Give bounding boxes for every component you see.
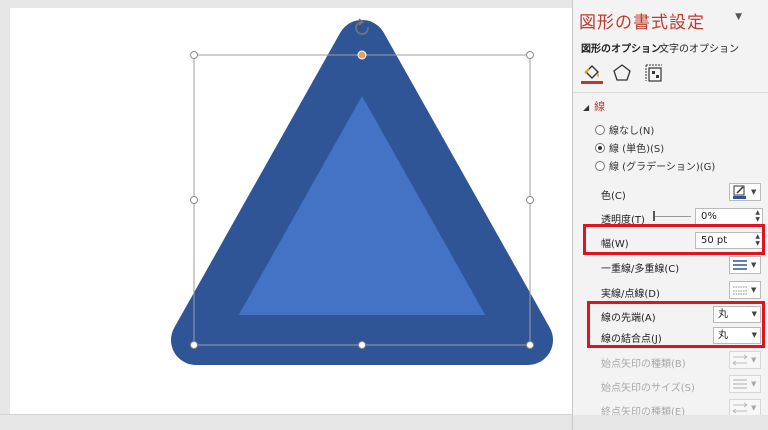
radio-label: 線 (グラデーション)(G) [609, 162, 716, 173]
resize-handle-bottom-right [526, 341, 534, 349]
highlight-box-width [583, 224, 765, 255]
resize-handle-right [526, 196, 534, 204]
resize-handle-left [190, 196, 198, 204]
size-properties-icon[interactable] [643, 62, 665, 84]
dash-type-label: 実線/点線(D) [601, 289, 660, 300]
pane-options-dropdown[interactable]: ▼ [735, 12, 742, 22]
radio-gradient-line[interactable]: 線 (グラデーション)(G) [595, 158, 715, 173]
highlight-box-cap-join [587, 301, 765, 348]
effects-pentagon-icon[interactable] [611, 62, 633, 84]
slide-canvas-area [0, 0, 572, 430]
begin-arrow-size-button: ▼ [729, 375, 761, 393]
compound-type-label: 一重線/多重線(C) [601, 264, 680, 275]
transparency-input[interactable]: 0% ▲ ▼ [695, 208, 763, 225]
arrow-type-icon [730, 400, 750, 416]
radio-label: 線なし(N) [609, 126, 655, 137]
line-section-header[interactable]: ◢ 線 [583, 98, 605, 114]
transparency-slider-knob[interactable] [653, 211, 655, 221]
color-label: 色(C) [601, 191, 626, 202]
format-shape-pane: 図形の書式設定 ▼ 図形のオプション 文字のオプション ◢ 線 線なし(N) 線… [573, 0, 768, 430]
pane-title: 図形の書式設定 [579, 13, 705, 33]
dash-type-button[interactable]: ▼ [729, 281, 761, 299]
compound-type-button[interactable]: ▼ [729, 256, 761, 274]
compound-lines-icon [730, 257, 750, 273]
adjust-handle [357, 50, 367, 60]
begin-arrow-size-label: 始点矢印のサイズ(S) [601, 383, 695, 394]
chevron-down-icon: ▼ [751, 261, 757, 269]
tab-shape-options[interactable]: 図形のオプション [581, 40, 661, 55]
chevron-down-icon: ▼ [751, 188, 757, 196]
arrow-type-icon [730, 352, 750, 368]
resize-handle-bottom-left [190, 341, 198, 349]
line-section-label: 線 [594, 100, 606, 113]
line-color-button[interactable]: ▼ [729, 183, 761, 201]
resize-handle-top-right [526, 51, 534, 59]
section-divider [573, 92, 768, 93]
fill-line-icon[interactable] [581, 62, 603, 84]
tab-text-options[interactable]: 文字のオプション [659, 40, 739, 55]
spinner-arrows-icon[interactable]: ▲ ▼ [755, 209, 760, 223]
triangle-shape[interactable] [0, 0, 572, 430]
pen-color-icon [730, 184, 750, 200]
radio-button[interactable] [595, 124, 605, 135]
resize-handle-bottom [358, 341, 366, 349]
resize-handle-top-left [190, 51, 198, 59]
horizontal-scrollbar[interactable] [0, 414, 572, 430]
chevron-down-icon: ▼ [751, 404, 757, 412]
begin-arrow-type-button: ▼ [729, 351, 761, 369]
dash-lines-icon [730, 282, 750, 298]
arrow-size-icon [730, 376, 750, 392]
chevron-down-icon: ▼ [751, 380, 757, 388]
category-icon-row [573, 58, 768, 92]
collapse-triangle-icon: ◢ [583, 103, 590, 112]
transparency-slider[interactable] [655, 216, 691, 217]
transparency-value: 0% [701, 211, 717, 222]
radio-solid-line[interactable]: 線 (単色)(S) [595, 140, 664, 155]
radio-label: 線 (単色)(S) [609, 144, 665, 155]
pane-horizontal-scrollbar[interactable] [573, 415, 768, 430]
radio-button-selected[interactable] [595, 142, 605, 153]
radio-button[interactable] [595, 160, 605, 171]
chevron-down-icon: ▼ [751, 356, 757, 364]
begin-arrow-type-label: 始点矢印の種類(B) [601, 359, 686, 370]
chevron-down-icon: ▼ [751, 286, 757, 294]
radio-no-line[interactable]: 線なし(N) [595, 122, 654, 137]
